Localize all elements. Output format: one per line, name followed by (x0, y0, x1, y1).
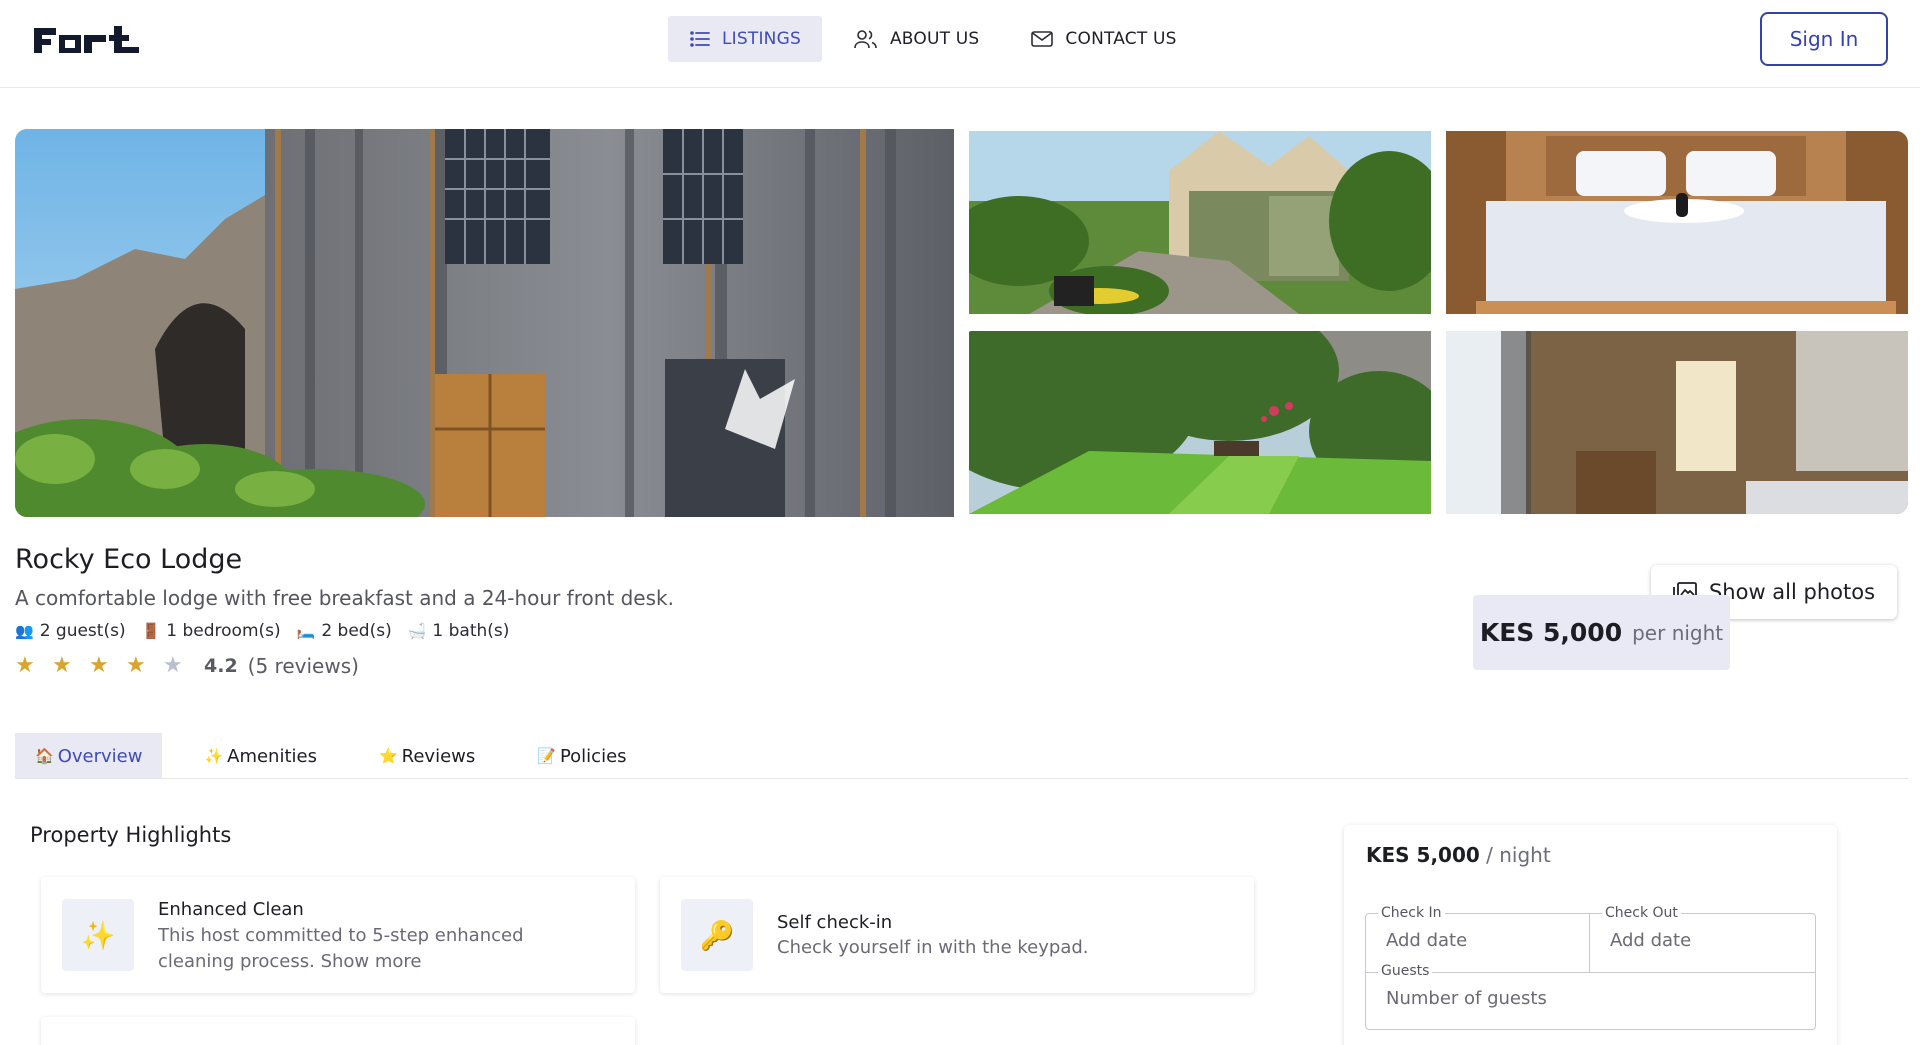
tab-label: Policies (559, 745, 627, 767)
highlight-title: Enhanced Clean (158, 899, 304, 920)
highlights-title: Property Highlights (30, 823, 232, 847)
star-icon: ★ (15, 653, 35, 678)
star-icon: ★ (126, 653, 146, 678)
fort-logo[interactable] (34, 24, 140, 56)
price-badge: KES 5,000 per night (1473, 595, 1730, 670)
gallery-photo-room[interactable] (1446, 331, 1908, 514)
check-in-field[interactable]: Add date (1386, 930, 1467, 951)
listing-description: A comfortable lodge with free breakfast … (15, 586, 674, 610)
price-amount: KES 5,000 (1479, 618, 1623, 647)
show-all-photos-label: Show all photos (1708, 580, 1876, 604)
gallery-photo-tents[interactable] (969, 131, 1431, 314)
booking-price-amount: KES 5,000 (1366, 843, 1480, 867)
highlight-card (41, 1017, 635, 1045)
booking-fields: Check In Add date Check Out Add date Gue… (1365, 905, 1816, 1030)
divider (1589, 914, 1590, 972)
booking-widget: KES 5,000 / night Check In Add date Chec… (1344, 825, 1837, 1045)
house-icon: 🏠 (35, 747, 54, 765)
sign-in-button[interactable]: Sign In (1760, 12, 1888, 66)
divider (1366, 972, 1815, 973)
nav-label: ABOUT US (889, 29, 980, 49)
rating-value: 4.2 (204, 654, 238, 677)
door-icon: 🚪 (141, 622, 161, 640)
gallery-photo-garden[interactable] (969, 331, 1431, 514)
photo-gallery: Show all photos (15, 129, 1908, 619)
sparkles-icon: ✨ (62, 899, 134, 971)
fact-bedrooms: 🚪 1 bedroom(s) (142, 621, 281, 641)
fact-text: 1 bedroom(s) (166, 621, 281, 641)
check-out-field[interactable]: Add date (1610, 930, 1691, 951)
review-count[interactable]: (5 reviews) (248, 654, 359, 678)
bath-icon: 🛁 (407, 622, 427, 640)
nav-about-us[interactable]: ABOUT US (834, 16, 999, 62)
highlight-title: Self check-in (777, 912, 893, 933)
fact-text: 2 guest(s) (39, 621, 126, 641)
mail-icon (1031, 31, 1054, 47)
guests-icon: 👥 (15, 622, 34, 640)
main-nav: LISTINGS ABOUT US CONTACT US (668, 16, 1197, 62)
listing-title: Rocky Eco Lodge (15, 544, 243, 575)
rating-row: ★ ★ ★ ★ ★ 4.2 (5 reviews) (15, 653, 359, 678)
highlight-text: Check yourself in with the keypad. (777, 937, 1089, 958)
fact-guests: 👥 2 guest(s) (15, 621, 126, 641)
tab-label: Amenities (227, 745, 317, 767)
listing-tabs: 🏠 Overview ✨ Amenities ⭐ Reviews 📝 Policies (15, 733, 1908, 779)
guests-field[interactable]: Number of guests (1386, 988, 1547, 1009)
key-icon: 🔑 (681, 899, 753, 971)
star-icon: ⭐ (378, 747, 398, 765)
top-header: LISTINGS ABOUT US CONTACT US Sign In (0, 0, 1920, 88)
booking-price-unit: / night (1479, 843, 1551, 867)
sparkles-icon: ✨ (204, 747, 224, 765)
nav-label: CONTACT US (1065, 29, 1177, 49)
highlight-text: This host committed to 5-step enhanced c… (158, 925, 524, 972)
booking-price: KES 5,000 / night (1366, 843, 1551, 867)
tab-label: Overview (57, 745, 143, 767)
highlight-card-self-check-in: 🔑 Self check-in Check yourself in with t… (660, 877, 1254, 993)
highlight-card-enhanced-clean: ✨ Enhanced Clean This host committed to … (41, 877, 635, 993)
fact-text: 2 bed(s) (321, 621, 392, 641)
users-icon (854, 30, 877, 49)
memo-icon: 📝 (537, 747, 556, 765)
fact-baths: 🛁 1 bath(s) (408, 621, 510, 641)
star-icon: ★ (52, 653, 72, 678)
tab-reviews[interactable]: ⭐ Reviews (359, 733, 495, 779)
nav-contact-us[interactable]: CONTACT US (1011, 16, 1196, 62)
nav-label: LISTINGS (722, 29, 801, 49)
fact-beds: 🛏️ 2 bed(s) (297, 621, 392, 641)
price-unit: per night (1632, 620, 1724, 645)
tab-policies[interactable]: 📝 Policies (517, 733, 646, 779)
nav-listings[interactable]: LISTINGS (668, 16, 822, 62)
list-icon (690, 31, 710, 47)
check-in-label: Check In (1378, 905, 1445, 921)
fact-text: 1 bath(s) (432, 621, 510, 641)
bed-icon: 🛏️ (296, 622, 316, 640)
tab-amenities[interactable]: ✨ Amenities (184, 733, 337, 779)
tab-overview[interactable]: 🏠 Overview (15, 733, 163, 779)
main-photo[interactable] (15, 129, 954, 517)
guests-label: Guests (1378, 963, 1433, 979)
gallery-photo-bedroom[interactable] (1446, 131, 1908, 314)
star-icon: ★ (163, 653, 183, 678)
listing-facts: 👥 2 guest(s) 🚪 1 bedroom(s) 🛏️ 2 bed(s) 🛁 1 … (15, 621, 509, 641)
check-out-label: Check Out (1602, 905, 1681, 921)
tab-label: Reviews (401, 745, 476, 767)
star-icon: ★ (89, 653, 109, 678)
